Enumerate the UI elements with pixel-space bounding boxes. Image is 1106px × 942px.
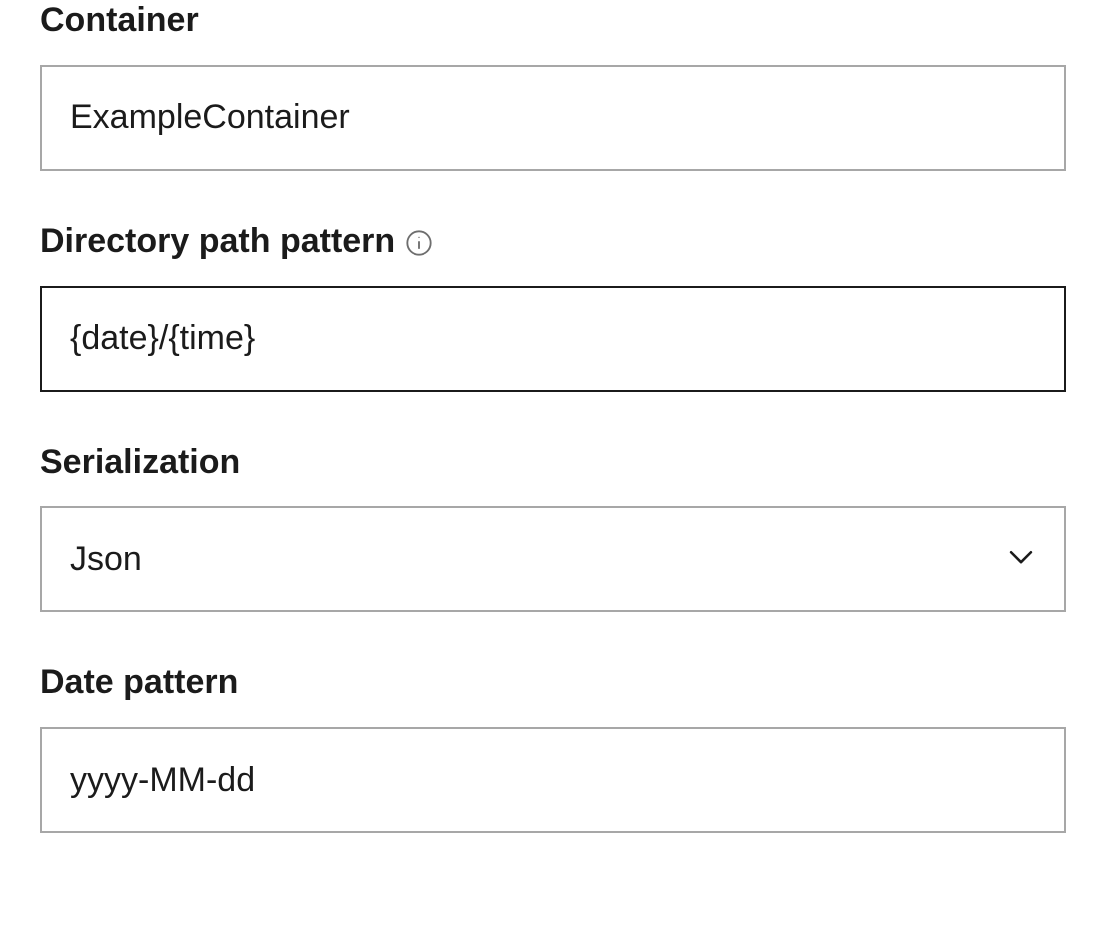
container-label-text: Container — [40, 0, 199, 41]
directory-path-pattern-label: Directory path pattern — [40, 221, 1066, 262]
serialization-select-value: Json — [70, 540, 142, 579]
field-group-date-pattern: Date pattern — [40, 662, 1066, 833]
info-icon[interactable] — [405, 229, 433, 257]
serialization-label: Serialization — [40, 442, 1066, 483]
field-group-container: Container — [40, 0, 1066, 171]
serialization-select-wrapper: Json — [40, 506, 1066, 612]
container-input[interactable] — [40, 65, 1066, 171]
serialization-label-text: Serialization — [40, 442, 240, 483]
directory-path-pattern-label-text: Directory path pattern — [40, 221, 395, 262]
date-pattern-label: Date pattern — [40, 662, 1066, 703]
directory-path-pattern-input[interactable] — [40, 286, 1066, 392]
field-group-directory-path-pattern: Directory path pattern — [40, 221, 1066, 392]
container-label: Container — [40, 0, 1066, 41]
serialization-select[interactable]: Json — [40, 506, 1066, 612]
field-group-serialization: Serialization Json — [40, 442, 1066, 613]
form-container: Container Directory path pattern Seriali… — [0, 0, 1106, 873]
date-pattern-input[interactable] — [40, 727, 1066, 833]
date-pattern-label-text: Date pattern — [40, 662, 238, 703]
